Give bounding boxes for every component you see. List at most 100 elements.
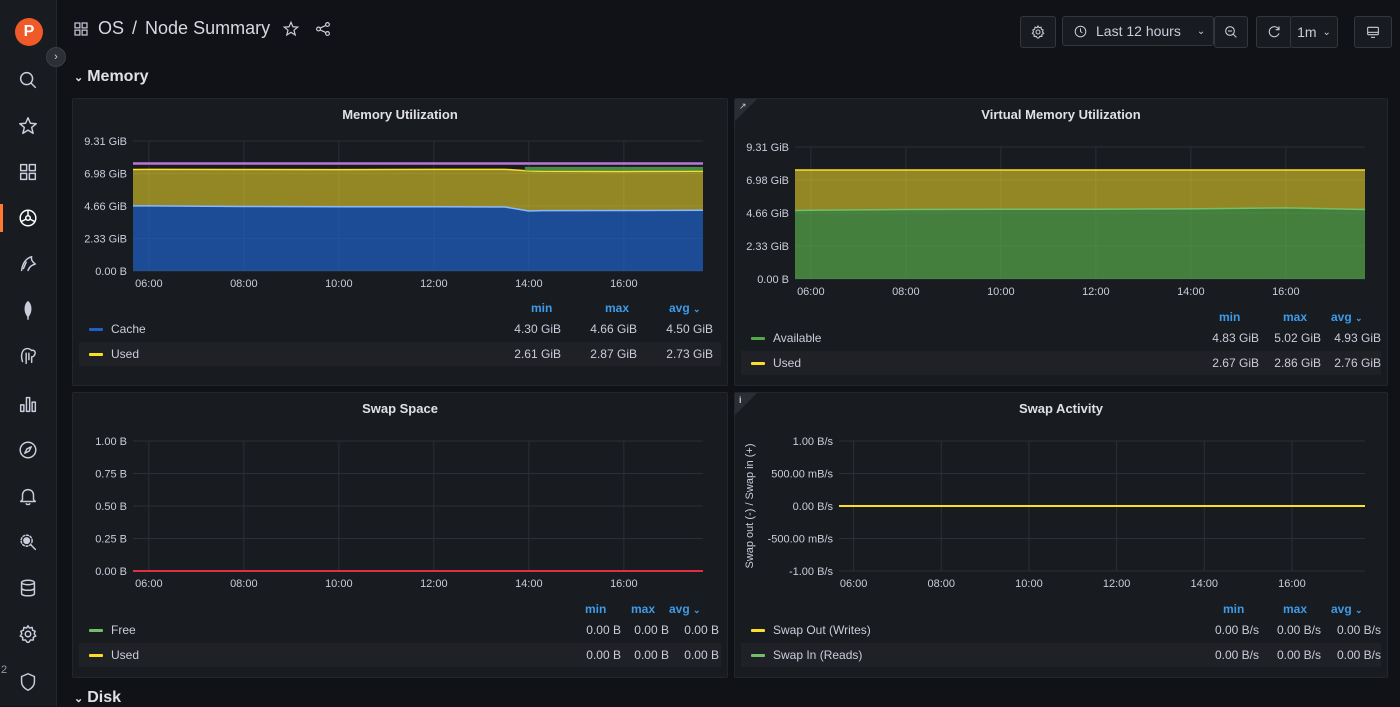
legend-max-header[interactable]: max xyxy=(1283,310,1307,324)
sidebar-expand-button[interactable]: › xyxy=(46,47,66,67)
legend-min-value: 4.83 GiB xyxy=(1212,331,1259,345)
chevron-down-icon: ⌄ xyxy=(693,304,701,314)
area-used xyxy=(795,169,1365,211)
explore-compass-icon[interactable] xyxy=(14,436,42,464)
sidebar: P xyxy=(0,0,57,706)
swap-space-panel[interactable]: Swap Space 1.00 B 0.75 B 0.50 B 0.25 B 0.00 … xyxy=(72,392,728,678)
legend-min-value: 2.61 GiB xyxy=(514,347,561,361)
y-tick-label: 0.00 B xyxy=(95,566,127,578)
y-tick-label: 6.98 GiB xyxy=(746,175,789,187)
legend-series-name: Cache xyxy=(111,322,146,336)
legend-min-value: 0.00 B/s xyxy=(1214,623,1259,637)
x-tick-label: 16:00 xyxy=(1278,578,1306,590)
legend-avg-header[interactable]: avg ⌄ xyxy=(1331,602,1363,616)
legend-avg-header[interactable]: avg ⌄ xyxy=(1331,310,1363,324)
legend-min-value: 0.00 B xyxy=(586,648,621,662)
y-tick-label: 0.00 B/s xyxy=(793,501,834,513)
time-range-label: Last 12 hours xyxy=(1096,23,1181,39)
breadcrumb-folder[interactable]: OS xyxy=(98,18,124,39)
time-range-picker[interactable]: Last 12 hours ⌄ xyxy=(1062,16,1214,46)
y-tick-label: 1.00 B/s xyxy=(793,436,834,448)
legend-min-header[interactable]: min xyxy=(1223,602,1244,616)
legend-row-free[interactable]: Free 0.00 B 0.00 B 0.00 B xyxy=(79,618,721,642)
settings-gear-icon[interactable] xyxy=(14,620,42,648)
shield-icon[interactable] xyxy=(14,668,42,696)
legend-min-value: 0.00 B/s xyxy=(1214,648,1259,662)
legend-avg-header[interactable]: avg ⌄ xyxy=(669,602,701,616)
star-favorite-icon[interactable] xyxy=(282,20,300,38)
share-icon[interactable] xyxy=(314,20,332,38)
legend-series-name: Free xyxy=(111,623,136,637)
row-memory-label: Memory xyxy=(87,68,149,85)
x-tick-label: 10:00 xyxy=(325,278,353,290)
node-os-icon[interactable] xyxy=(14,204,42,232)
legend-max-header[interactable]: max xyxy=(605,301,629,315)
legend-row-used[interactable]: Used 2.67 GiB 2.86 GiB 2.76 GiB xyxy=(741,351,1381,375)
y-tick-label: 2.33 GiB xyxy=(84,234,127,246)
kiosk-mode-button[interactable] xyxy=(1354,16,1392,48)
gear-icon xyxy=(1031,24,1045,39)
mysql-dolphin-icon[interactable] xyxy=(14,250,42,278)
legend-row-available[interactable]: Available 4.83 GiB 5.02 GiB 4.93 GiB xyxy=(741,326,1381,350)
sidebar-active-indicator xyxy=(0,204,3,232)
legend-avg-value: 4.50 GiB xyxy=(666,322,713,336)
row-memory[interactable]: ⌄ Memory xyxy=(74,68,149,86)
legend-max-header[interactable]: max xyxy=(1283,602,1307,616)
mongodb-leaf-icon[interactable] xyxy=(14,296,42,324)
legend-min-header[interactable]: min xyxy=(1219,310,1240,324)
legend-series-name: Swap In (Reads) xyxy=(773,648,863,662)
x-tick-label: 12:00 xyxy=(420,278,448,290)
legend-avg-value: 0.00 B xyxy=(684,623,719,637)
dashboard-title[interactable]: Node Summary xyxy=(145,18,270,39)
memory-utilization-chart[interactable]: 9.31 GiB 6.98 GiB 4.66 GiB 2.33 GiB 0.00 B 06… xyxy=(73,99,727,299)
legend-row-used[interactable]: Used 2.61 GiB 2.87 GiB 2.73 GiB xyxy=(79,342,721,366)
legend-max-header[interactable]: max xyxy=(631,602,655,616)
virtual-memory-utilization-chart[interactable]: 9.31 GiB 6.98 GiB 4.66 GiB 2.33 GiB 0.00 B 06… xyxy=(735,99,1387,309)
area-cache xyxy=(133,205,703,271)
swap-activity-panel[interactable]: i Swap Activity 1.00 B/s 500.00 mB/s 0.00 … xyxy=(734,392,1388,678)
legend-color-swatch xyxy=(89,654,103,657)
breadcrumb: OS / Node Summary xyxy=(72,18,332,39)
dashboard-settings-button[interactable] xyxy=(1020,16,1056,48)
refresh-button[interactable] xyxy=(1256,16,1292,48)
dashboard-grid-icon xyxy=(74,21,88,36)
star-icon[interactable] xyxy=(14,112,42,140)
alerting-bell-icon[interactable] xyxy=(14,482,42,510)
legend-avg-value: 2.76 GiB xyxy=(1334,356,1381,370)
legend-row-swap-in[interactable]: Swap In (Reads) 0.00 B/s 0.00 B/s 0.00 B… xyxy=(741,643,1381,667)
legend-min-value: 0.00 B xyxy=(586,623,621,637)
legend-row-used[interactable]: Used 0.00 B 0.00 B 0.00 B xyxy=(79,643,721,667)
x-tick-label: 10:00 xyxy=(987,286,1015,298)
dashboards-icon[interactable] xyxy=(14,158,42,186)
monitor-icon xyxy=(1367,26,1379,38)
legend-min-header[interactable]: min xyxy=(585,602,606,616)
legend-min-header[interactable]: min xyxy=(531,301,552,315)
database-icon[interactable] xyxy=(14,574,42,602)
row-disk[interactable]: ⌄ Disk xyxy=(74,689,121,707)
swap-activity-chart[interactable]: 1.00 B/s 500.00 mB/s 0.00 B/s -500.00 mB/s -… xyxy=(735,393,1387,599)
postgresql-elephant-icon[interactable] xyxy=(14,342,42,370)
refresh-interval-picker[interactable]: 1m ⌄ xyxy=(1290,16,1338,48)
x-tick-label: 06:00 xyxy=(840,578,868,590)
area-available xyxy=(795,207,1365,279)
legend-color-swatch xyxy=(89,629,103,632)
swap-space-chart[interactable]: 1.00 B 0.75 B 0.50 B 0.25 B 0.00 B 06:00 08:00… xyxy=(73,393,727,599)
x-tick-label: 08:00 xyxy=(892,286,920,298)
app-logo-icon[interactable]: P xyxy=(15,18,43,46)
bar-chart-icon[interactable] xyxy=(14,390,42,418)
virtual-memory-utilization-panel[interactable]: ↗ Virtual Memory Utilization 9.31 GiB 6.9… xyxy=(734,98,1388,386)
legend-color-swatch xyxy=(89,328,103,331)
memory-utilization-panel[interactable]: Memory Utilization 9.31 GiB 6.98 GiB 4.66 … xyxy=(72,98,728,386)
legend-row-swap-out[interactable]: Swap Out (Writes) 0.00 B/s 0.00 B/s 0.00… xyxy=(741,618,1381,642)
legend-max-value: 0.00 B xyxy=(634,648,669,662)
legend-color-swatch xyxy=(751,362,765,365)
legend-avg-header[interactable]: avg ⌄ xyxy=(669,301,701,315)
zoom-out-icon xyxy=(1225,26,1237,38)
query-analytics-icon[interactable] xyxy=(14,528,42,556)
legend-color-swatch xyxy=(751,337,765,340)
legend-row-cache[interactable]: Cache 4.30 GiB 4.66 GiB 4.50 GiB xyxy=(79,317,721,341)
zoom-out-button[interactable] xyxy=(1214,16,1248,48)
legend-avg-value: 0.00 B xyxy=(684,648,719,662)
search-icon[interactable] xyxy=(14,66,42,94)
x-tick-label: 12:00 xyxy=(420,578,448,590)
